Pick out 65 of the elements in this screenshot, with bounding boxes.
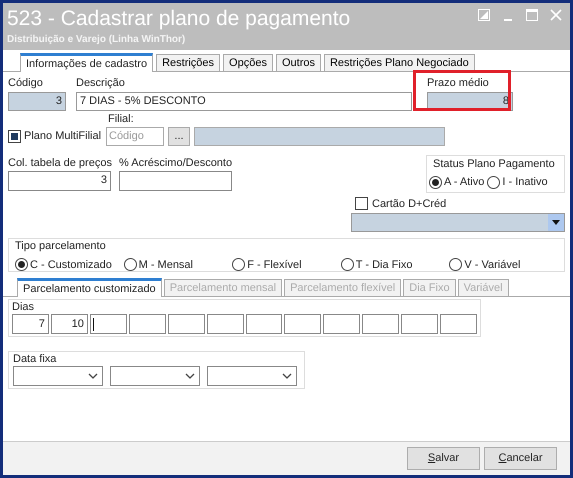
checkbox-option[interactable]: Cartão D+Créd <box>355 196 565 212</box>
radio-option[interactable]: I - Inativo <box>487 174 548 190</box>
checkbox[interactable] <box>8 130 21 142</box>
radio-button[interactable] <box>487 176 500 189</box>
radio-button[interactable] <box>232 258 246 272</box>
radio-option[interactable]: A - Ativo <box>429 174 484 190</box>
restore-icon[interactable] <box>478 9 490 21</box>
date-dropdown[interactable] <box>207 366 297 386</box>
date-dropdown[interactable] <box>110 366 200 386</box>
day-field[interactable] <box>90 314 127 334</box>
date-dropdown[interactable] <box>13 366 103 386</box>
maximize-icon[interactable] <box>526 9 538 21</box>
day-field[interactable] <box>284 314 322 334</box>
tab[interactable]: Restrições <box>156 54 220 71</box>
chevron-down-icon <box>282 373 292 379</box>
day-field[interactable] <box>323 314 360 334</box>
field-label: Descrição <box>76 76 126 91</box>
tab[interactable]: Informações de cadastro <box>20 53 154 72</box>
radio-button[interactable] <box>429 176 442 189</box>
day-field[interactable] <box>206 314 244 334</box>
radio-option[interactable]: V - Variável <box>449 256 558 273</box>
checkbox-option[interactable]: Plano MultiFilial <box>8 128 102 144</box>
radio-button[interactable] <box>449 258 462 272</box>
lookup-button[interactable]: ... <box>168 126 190 146</box>
chevron-down-icon <box>185 373 195 379</box>
day-field[interactable] <box>362 314 400 334</box>
radio-button[interactable] <box>340 258 354 272</box>
dialog-button[interactable]: Salvar <box>407 447 480 470</box>
field-label: Col. tabela de preços <box>8 156 111 170</box>
group-label: Tipo parcelamento <box>15 239 107 254</box>
tab[interactable]: Parcelamento customizado <box>17 278 162 297</box>
day-field[interactable] <box>128 314 166 334</box>
radio-option[interactable]: M - Mensal <box>124 256 232 273</box>
code-field[interactable]: 3 <box>8 92 66 110</box>
radio-option[interactable]: F - Flexível <box>232 256 341 273</box>
day-field[interactable] <box>168 314 205 334</box>
dropdown-arrow-icon <box>552 220 560 225</box>
radio-option[interactable]: T - Dia Fixo <box>340 256 450 273</box>
field-label: Código <box>8 76 44 91</box>
price-column-field[interactable]: 3 <box>8 171 111 191</box>
day-field[interactable] <box>246 314 282 334</box>
radio-button[interactable] <box>15 258 28 272</box>
day-field[interactable]: 7 <box>12 314 49 334</box>
tab[interactable]: Opções <box>223 54 273 71</box>
field-label: Filial: <box>108 112 135 126</box>
field-label: % Acréscimo/Desconto <box>119 156 232 170</box>
group-label: Data fixa <box>13 352 58 366</box>
field-label: Prazo médio <box>427 76 490 91</box>
chevron-down-icon <box>88 373 98 379</box>
day-field[interactable] <box>401 314 438 334</box>
tab[interactable]: Outros <box>276 54 321 71</box>
radio-option[interactable]: C - Customizado <box>15 256 124 273</box>
branch-code-field[interactable]: Código <box>106 126 164 146</box>
window-title: 523 - Cadastrar plano de pagamento <box>7 6 350 32</box>
radio-button[interactable] <box>124 258 137 272</box>
description-field[interactable]: 7 DIAS - 5% DESCONTO <box>76 92 412 110</box>
close-icon[interactable] <box>550 9 562 21</box>
dialog-button[interactable]: Cancelar <box>484 447 557 470</box>
day-field[interactable]: 10 <box>50 314 88 334</box>
checkbox[interactable] <box>355 197 368 210</box>
discount-field[interactable] <box>119 171 232 191</box>
group-label: Dias <box>12 300 36 314</box>
day-field[interactable] <box>440 314 478 334</box>
group-label: Status Plano Pagamento <box>433 156 556 172</box>
tab[interactable]: Restrições Plano Negociado <box>324 54 475 71</box>
